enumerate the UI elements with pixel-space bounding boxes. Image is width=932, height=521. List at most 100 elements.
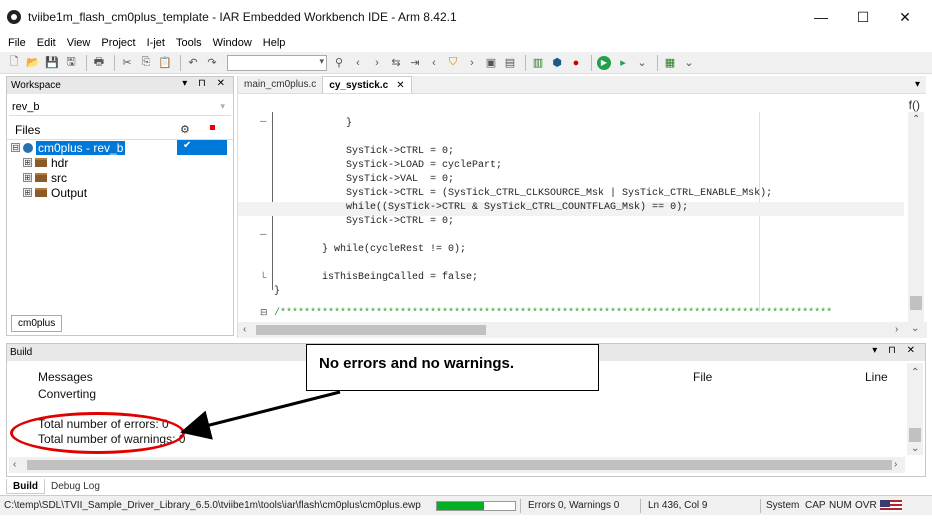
tree-item-project[interactable]: ⊟ cm0plus - rev_b ✔: [7, 140, 233, 155]
menu-view[interactable]: View: [67, 37, 91, 49]
tab-main-cm0plus[interactable]: main_cm0plus.c: [238, 76, 322, 93]
workspace-tab[interactable]: cm0plus: [11, 315, 63, 332]
function-navigator-icon[interactable]: f(): [909, 98, 920, 112]
scroll-thumb[interactable]: [910, 296, 922, 310]
expand-icon[interactable]: ⊞: [23, 173, 32, 182]
status-dot-icon: [210, 125, 215, 130]
print-icon[interactable]: 🖶: [91, 55, 107, 71]
editor-vertical-scrollbar[interactable]: ⌃: [908, 112, 924, 322]
scroll-up-icon[interactable]: ⌃: [912, 114, 920, 125]
tab-list-dropdown-icon[interactable]: ▾: [915, 79, 920, 90]
paste-icon[interactable]: 📋: [157, 55, 173, 71]
workspace-title: Workspace: [11, 80, 61, 91]
make-icon[interactable]: ▤: [502, 55, 518, 71]
line-column-header[interactable]: Line: [865, 370, 888, 384]
fold-marker-icon[interactable]: └: [260, 272, 266, 282]
new-file-icon[interactable]: 🗋: [6, 55, 22, 71]
redo-icon[interactable]: ↷: [204, 55, 220, 71]
close-tab-icon[interactable]: ✕: [396, 80, 404, 91]
replace-icon[interactable]: ⇆: [388, 55, 404, 71]
open-file-icon[interactable]: 📂: [25, 55, 41, 71]
files-header: Files ⚙: [7, 120, 233, 140]
file-column-header[interactable]: File: [693, 370, 712, 384]
dropdown-icon[interactable]: ⌄: [681, 55, 697, 71]
tab-debug-log[interactable]: Debug Log: [45, 479, 106, 494]
scroll-left-icon[interactable]: ‹: [13, 459, 16, 470]
tree-item-hdr[interactable]: ⊞ hdr: [7, 155, 233, 170]
menu-tools[interactable]: Tools: [176, 37, 202, 49]
copy-icon[interactable]: ⎘: [138, 55, 154, 71]
menu-window[interactable]: Window: [213, 37, 252, 49]
scroll-right-icon[interactable]: ›: [895, 324, 898, 335]
scroll-left-icon[interactable]: ‹: [243, 324, 246, 335]
scroll-up-icon[interactable]: ⌃: [911, 367, 919, 378]
scroll-right-icon[interactable]: ›: [894, 459, 897, 470]
menu-help[interactable]: Help: [263, 37, 286, 49]
tree-item-label: src: [51, 170, 67, 185]
scroll-down-icon[interactable]: ⌄: [911, 323, 919, 334]
configuration-select[interactable]: rev_b: [9, 98, 231, 116]
save-icon[interactable]: 💾: [44, 55, 60, 71]
next-bookmark-icon[interactable]: ›: [464, 55, 480, 71]
mode-indicator: System: [766, 500, 800, 511]
dropdown-icon[interactable]: ⌄: [634, 55, 650, 71]
tab-build[interactable]: Build: [6, 479, 45, 494]
folder-icon: [35, 158, 47, 167]
workspace-panel-controls[interactable]: ▾ ⊓ ✕: [182, 78, 229, 89]
cut-icon[interactable]: ✂: [119, 55, 135, 71]
window-title: tviibe1m_flash_cm0plus_template - IAR Em…: [28, 10, 457, 24]
breakpoint-icon[interactable]: ●: [568, 55, 584, 71]
menu-ijet[interactable]: I-jet: [147, 37, 165, 49]
toolbar-separator: [180, 54, 181, 71]
debug-download-icon[interactable]: ▶: [596, 55, 612, 71]
tab-cy-systick[interactable]: cy_systick.c ✕: [322, 76, 412, 93]
gear-icon[interactable]: ⚙: [180, 123, 190, 136]
menu-bar: File Edit View Project I-jet Tools Windo…: [0, 34, 932, 52]
save-all-icon[interactable]: 🖫: [63, 55, 79, 71]
editor-horizontal-scrollbar[interactable]: ‹ › ⌄: [238, 322, 927, 338]
compile-icon[interactable]: ▣: [483, 55, 499, 71]
code-line: }: [250, 286, 281, 297]
minimize-button[interactable]: —: [798, 0, 844, 34]
layout-icon[interactable]: ▦: [662, 55, 678, 71]
expand-icon[interactable]: ⊞: [23, 188, 32, 197]
code-line: isThisBeingCalled = false;: [274, 272, 479, 283]
tree-item-output[interactable]: ⊞ Output: [7, 185, 233, 200]
build-vertical-scrollbar[interactable]: ⌃ ⌄: [907, 363, 923, 455]
menu-project[interactable]: Project: [101, 37, 135, 49]
collapse-icon[interactable]: ⊟: [11, 143, 20, 152]
scroll-thumb[interactable]: [256, 325, 486, 335]
fold-marker-icon[interactable]: ─: [260, 116, 266, 126]
code-line: SysTick->CTRL = 0;: [274, 216, 455, 227]
search-icon[interactable]: ⚲: [331, 55, 347, 71]
undo-icon[interactable]: ↶: [185, 55, 201, 71]
stop-build-icon[interactable]: ⬢: [549, 55, 565, 71]
find-combo[interactable]: [227, 54, 327, 71]
toolbar: 🗋 📂 💾 🖫 🖶 ✂ ⎘ 📋 ↶ ↷ ⚲ ‹ › ⇆ ⇥ ‹ ⛉ › ▣ ▤ …: [0, 52, 932, 74]
back-icon[interactable]: ‹: [350, 55, 366, 71]
messages-column-header[interactable]: Messages: [38, 370, 93, 384]
scroll-down-icon[interactable]: ⌄: [911, 443, 919, 454]
build-panel-controls[interactable]: ▾ ⊓ ✕: [872, 345, 919, 356]
menu-file[interactable]: File: [8, 37, 26, 49]
bookmark-icon[interactable]: ⛉: [445, 55, 461, 71]
forward-icon[interactable]: ›: [369, 55, 385, 71]
debug-icon[interactable]: ▸: [615, 55, 631, 71]
code-line-comment: /***************************************…: [250, 308, 833, 319]
fold-marker-icon[interactable]: ─: [260, 229, 266, 239]
fold-guide: [272, 112, 273, 290]
prev-bookmark-icon[interactable]: ‹: [426, 55, 442, 71]
scroll-thumb[interactable]: [909, 428, 921, 442]
close-button[interactable]: ✕: [882, 0, 928, 34]
code-editor[interactable]: ─ ─ └ ⊟ } SysTick->CTRL = 0; SysTick->LO…: [238, 112, 904, 320]
build-icon[interactable]: ▥: [530, 55, 546, 71]
scroll-thumb[interactable]: [27, 460, 892, 470]
tree-item-src[interactable]: ⊞ src: [7, 170, 233, 185]
maximize-button[interactable]: ☐: [840, 0, 886, 34]
menu-edit[interactable]: Edit: [37, 37, 56, 49]
language-flag-icon[interactable]: [880, 500, 902, 512]
expand-icon[interactable]: ⊞: [23, 158, 32, 167]
goto-icon[interactable]: ⇥: [407, 55, 423, 71]
build-horizontal-scrollbar[interactable]: ‹ ›: [9, 457, 905, 473]
tree-item-label: Output: [51, 185, 88, 200]
